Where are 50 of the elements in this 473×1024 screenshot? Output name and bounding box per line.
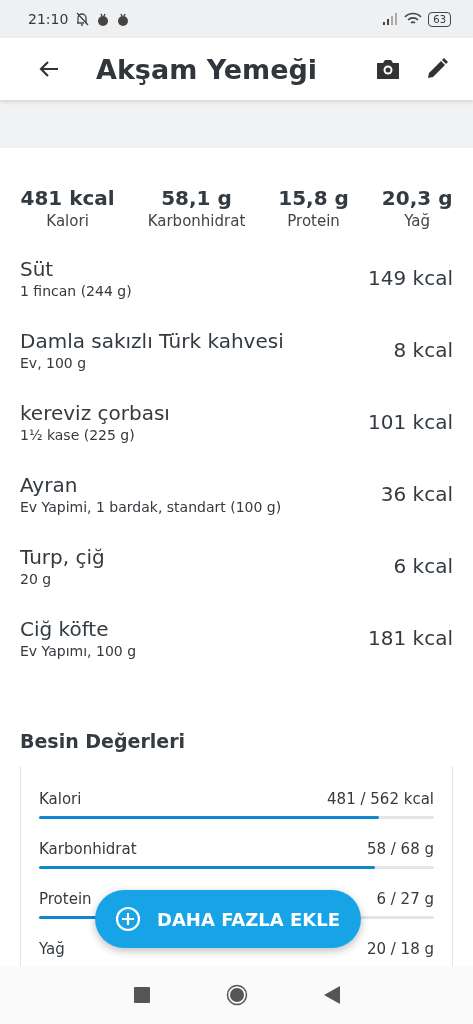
- food-name: Turp, çiğ: [20, 545, 106, 569]
- bug-icon: [96, 11, 111, 27]
- food-portion: Ev, 100 g: [20, 355, 88, 371]
- status-time: 21:10: [28, 11, 69, 27]
- food-calories: 8 kcal: [393, 338, 453, 362]
- food-portion: 1½ kase (225 g): [20, 427, 136, 443]
- summary-value: 20,3 g: [381, 186, 453, 210]
- nutrient-label: Protein: [39, 890, 92, 908]
- home-button[interactable]: [225, 984, 248, 1006]
- nutrient-label: Karbonhidrat: [39, 840, 137, 858]
- food-name: Damla sakızlı Türk kahvesi: [20, 329, 285, 353]
- bell-off-icon: [74, 11, 91, 27]
- food-calories: 6 kcal: [393, 554, 453, 578]
- camera-icon: [375, 58, 401, 80]
- food-portion: Ev Yapimi, 1 bardak, standart (100 g): [20, 499, 283, 515]
- nutrient-reading: 58 / 68 g: [366, 840, 434, 858]
- summary-label: Yağ: [404, 212, 431, 230]
- screen-title: Akşam Yemeği: [96, 53, 319, 85]
- summary-value: 481 kcal: [20, 186, 115, 210]
- back-nav-button[interactable]: [323, 986, 340, 1004]
- food-calories: 181 kcal: [368, 626, 453, 650]
- add-more-button[interactable]: DAHA FAZLA EKLE: [95, 890, 361, 948]
- nutrient-label: Kalori: [39, 790, 82, 808]
- summary-label: Protein: [287, 212, 340, 230]
- food-name: kereviz çorbası: [20, 401, 171, 425]
- nutrient-reading: 6 / 27 g: [376, 890, 434, 908]
- nutrient-reading: 20 / 18 g: [366, 940, 434, 958]
- bug-icon: [116, 11, 131, 27]
- summary-label: Kalori: [46, 212, 89, 230]
- nutrient-label: Yağ: [39, 940, 65, 958]
- plus-circle-icon: [115, 906, 141, 932]
- food-calories: 101 kcal: [368, 410, 453, 434]
- summary-value: 58,1 g: [161, 186, 232, 210]
- pencil-icon: [425, 57, 449, 81]
- food-portion: 1 fincan (244 g): [20, 283, 133, 299]
- food-portion: Ev Yapımı, 100 g: [20, 643, 138, 659]
- food-calories: 149 kcal: [368, 266, 453, 290]
- food-portion: 20 g: [20, 571, 53, 587]
- food-name: Süt: [20, 257, 55, 281]
- wifi-icon: [404, 12, 423, 26]
- nutrient-reading: 481 / 562 kcal: [327, 790, 434, 808]
- food-name: Ayran: [20, 473, 79, 497]
- summary-label: Karbonhidrat: [147, 212, 246, 230]
- section-title: Besin Değerleri: [20, 730, 187, 752]
- signal-icon: [382, 13, 399, 25]
- food-name: Ciğ köfte: [20, 617, 110, 641]
- recents-button[interactable]: [133, 987, 150, 1003]
- summary-value: 15,8 g: [278, 186, 349, 210]
- battery-indicator: 63: [428, 11, 451, 27]
- food-calories: 36 kcal: [380, 482, 453, 506]
